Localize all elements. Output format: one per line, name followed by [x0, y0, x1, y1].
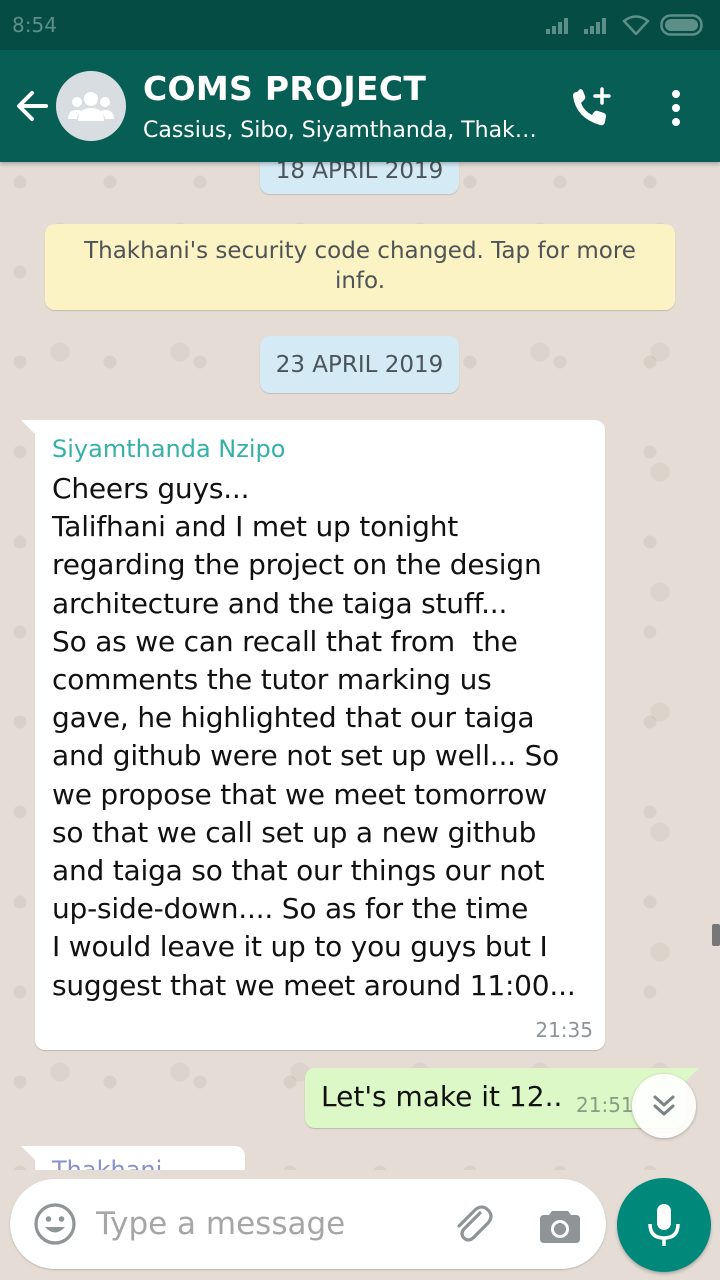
- message-text: Let's make it 12..: [321, 1080, 563, 1113]
- date-chip: 18 APRIL 2019: [260, 162, 459, 194]
- chat-header: COMS PROJECT Cassius, Sibo, Siyamthanda,…: [0, 50, 720, 162]
- incoming-message[interactable]: Siyamthanda Nzipo Cheers guys... Talifha…: [21, 420, 605, 1050]
- message-time: 21:51: [576, 1093, 634, 1117]
- status-bar: 8:54: [0, 0, 720, 50]
- message-time: 21:35: [535, 1018, 593, 1042]
- outgoing-message[interactable]: Let's make it 12.. 21:51: [305, 1068, 699, 1128]
- message-composer: [10, 1179, 606, 1269]
- double-chevron-down-icon: [653, 1095, 675, 1116]
- status-icons: [546, 14, 706, 36]
- signal-icon-2: [584, 18, 606, 34]
- arrow-left-icon: [17, 91, 48, 121]
- add-call-button[interactable]: [568, 86, 616, 130]
- signal-icon: [546, 18, 568, 34]
- group-avatar[interactable]: [56, 71, 126, 141]
- back-button[interactable]: [12, 86, 52, 126]
- more-options-button[interactable]: [660, 86, 692, 130]
- sender-name[interactable]: Thakhani: [52, 1156, 229, 1170]
- microphone-icon: [648, 1204, 680, 1246]
- more-vert-icon: [672, 90, 680, 126]
- attach-button[interactable]: [450, 1201, 498, 1249]
- paperclip-icon: [457, 1205, 493, 1242]
- status-time: 8:54: [12, 13, 57, 37]
- group-icon: [68, 92, 114, 121]
- camera-icon: [540, 1211, 580, 1243]
- chat-participants[interactable]: Cassius, Sibo, Siyamthanda, Thak…: [143, 118, 543, 143]
- date-chip: 23 APRIL 2019: [260, 336, 459, 393]
- wifi-icon: [622, 15, 650, 35]
- security-notice[interactable]: Thakhani's security code changed. Tap fo…: [45, 224, 675, 310]
- chat-area[interactable]: 18 APRIL 2019 Thakhani's security code c…: [0, 162, 720, 1170]
- emoji-icon: [34, 1203, 76, 1245]
- scroll-to-bottom-button[interactable]: [632, 1074, 696, 1138]
- battery-icon: [660, 14, 703, 36]
- message-input[interactable]: [96, 1195, 436, 1253]
- scroll-handle[interactable]: [712, 924, 720, 946]
- emoji-button[interactable]: [32, 1201, 78, 1247]
- sender-name[interactable]: Siyamthanda Nzipo: [52, 432, 587, 466]
- voice-record-button[interactable]: [617, 1178, 711, 1272]
- camera-button[interactable]: [538, 1203, 582, 1247]
- chat-title[interactable]: COMS PROJECT: [143, 69, 426, 108]
- add-call-icon: [573, 87, 611, 126]
- message-text: Cheers guys... Talifhani and I met up to…: [52, 472, 576, 1002]
- incoming-message-partial[interactable]: Thakhani: [21, 1146, 245, 1170]
